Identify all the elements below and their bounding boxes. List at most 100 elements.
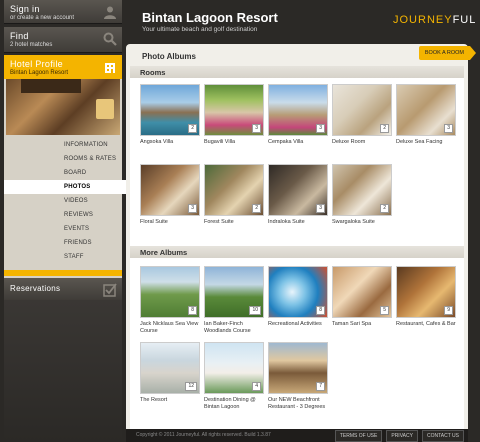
more-albums-heading: More Albums bbox=[130, 246, 464, 258]
album-caption[interactable]: Bugavili Villa bbox=[204, 139, 264, 146]
album-tile[interactable]: 4 Destination Dining @ Bintan Lagoon bbox=[204, 342, 264, 411]
album-thumbnail[interactable]: 3 bbox=[204, 84, 264, 136]
album-thumbnail[interactable]: 3 bbox=[140, 164, 200, 216]
album-tile[interactable]: 2 Angsoka Villa bbox=[140, 84, 200, 146]
album-thumbnail[interactable]: 2 bbox=[332, 164, 392, 216]
album-caption[interactable]: Swargaloka Suite bbox=[332, 219, 392, 226]
album-caption[interactable]: Ian Baker-Finch Woodlands Course bbox=[204, 321, 264, 335]
rooms-section: Rooms 2 Angsoka Villa 3 Bugavili Villa 3 Cemp… bbox=[130, 66, 464, 262]
nav-item-photos[interactable]: PHOTOS bbox=[4, 180, 132, 194]
profile-bottom-bar bbox=[4, 270, 122, 276]
album-thumbnail[interactable]: 2 bbox=[332, 84, 392, 136]
photo-count-badge: 12 bbox=[185, 382, 197, 391]
album-thumbnail[interactable]: 12 bbox=[140, 342, 200, 394]
photo-count-badge: 9 bbox=[444, 306, 453, 315]
sidebar: Sign in or create a new account Find 2 h… bbox=[4, 0, 132, 442]
page-subtitle: Your ultimate beach and golf destination bbox=[142, 26, 258, 33]
album-caption[interactable]: Jack Nicklaus Sea View Course bbox=[140, 321, 200, 335]
album-caption[interactable]: Cempaka Villa bbox=[268, 139, 328, 146]
photo-count-badge: 5 bbox=[380, 306, 389, 315]
album-caption[interactable]: Angsoka Villa bbox=[140, 139, 200, 146]
photo-count-badge: 10 bbox=[249, 306, 261, 315]
reservations-panel[interactable]: Reservations bbox=[4, 278, 122, 300]
album-tile[interactable]: 2 Swargaloka Suite bbox=[332, 164, 392, 226]
photo-count-badge: 3 bbox=[188, 204, 197, 213]
nav-item-information[interactable]: INFORMATION bbox=[4, 138, 122, 152]
nav-item-board[interactable]: BOARD bbox=[4, 166, 122, 180]
photo-count-badge: 7 bbox=[316, 382, 325, 391]
copyright-text: Copyright © 2011 Journeyful. All rights … bbox=[136, 432, 271, 438]
album-caption[interactable]: Restaurant, Cafes & Bar bbox=[396, 321, 456, 328]
album-thumbnail[interactable]: 9 bbox=[396, 266, 456, 318]
nav-item-rooms-rates[interactable]: ROOMS & RATES bbox=[4, 152, 122, 166]
album-tile[interactable]: 2 Deluxe Room bbox=[332, 84, 392, 146]
album-thumbnail[interactable]: 7 bbox=[268, 342, 328, 394]
terms-of-use-link[interactable]: TERMS OF USE bbox=[334, 430, 383, 442]
privacy-link[interactable]: PRIVACY bbox=[386, 430, 418, 442]
photo-count-badge: 8 bbox=[316, 306, 325, 315]
album-thumbnail[interactable]: 3 bbox=[268, 84, 328, 136]
hotel-profile-photo bbox=[6, 79, 120, 135]
album-thumbnail[interactable]: 4 bbox=[204, 342, 264, 394]
nav-item-events[interactable]: EVENTS bbox=[4, 222, 122, 236]
album-caption[interactable]: Indraloka Suite bbox=[268, 219, 328, 226]
album-tile[interactable]: 5 Taman Sari Spa bbox=[332, 266, 392, 328]
album-tile[interactable]: 3 Floral Suite bbox=[140, 164, 200, 226]
album-caption[interactable]: The Resort bbox=[140, 397, 200, 404]
profile-nav: INFORMATION ROOMS & RATES BOARD PHOTOS V… bbox=[4, 138, 132, 264]
album-caption[interactable]: Destination Dining @ Bintan Lagoon bbox=[204, 397, 264, 411]
album-caption[interactable]: Deluxe Sea Facing bbox=[396, 139, 456, 146]
album-tile[interactable]: 3 Deluxe Sea Facing bbox=[396, 84, 456, 146]
album-thumbnail[interactable]: 8 bbox=[140, 266, 200, 318]
album-tile[interactable]: 8 Jack Nicklaus Sea View Course bbox=[140, 266, 200, 335]
album-caption[interactable]: Our NEW Beachfront Restaurant - 3 Degree… bbox=[268, 397, 328, 411]
nav-item-videos[interactable]: VIDEOS bbox=[4, 194, 122, 208]
hotel-icon bbox=[105, 63, 115, 73]
album-thumbnail[interactable]: 5 bbox=[332, 266, 392, 318]
find-panel[interactable]: Find 2 hotel matches bbox=[4, 27, 122, 53]
contact-us-link[interactable]: CONTACT US bbox=[421, 430, 464, 442]
album-thumbnail[interactable]: 10 bbox=[204, 266, 264, 318]
page-title: Bintan Lagoon Resort bbox=[142, 10, 278, 25]
nav-item-reviews[interactable]: REVIEWS bbox=[4, 208, 122, 222]
album-caption[interactable]: Floral Suite bbox=[140, 219, 200, 226]
panel-title: Photo Albums bbox=[142, 52, 196, 61]
album-thumbnail[interactable]: 2 bbox=[204, 164, 264, 216]
more-albums-section: More Albums 8 Jack Nicklaus Sea View Cour… bbox=[130, 246, 464, 429]
album-caption[interactable]: Taman Sari Spa bbox=[332, 321, 392, 328]
journeyful-logo[interactable]: JOURNEYFUL bbox=[393, 14, 476, 26]
album-caption[interactable]: Recreational Activities bbox=[268, 321, 328, 328]
hotel-profile-header[interactable]: Hotel Profile Bintan Lagoon Resort bbox=[4, 55, 122, 79]
album-thumbnail[interactable]: 3 bbox=[396, 84, 456, 136]
album-thumbnail[interactable]: 3 bbox=[268, 164, 328, 216]
photo-count-badge: 8 bbox=[188, 306, 197, 315]
logo-text-journey: JOURNEY bbox=[393, 14, 453, 26]
search-icon bbox=[103, 32, 117, 46]
photo-count-badge: 2 bbox=[252, 204, 261, 213]
photo-albums-panel: Photo Albums BOOK A ROOM Rooms 2 Angsoka … bbox=[126, 44, 477, 429]
album-thumbnail[interactable]: 8 bbox=[268, 266, 328, 318]
album-caption[interactable]: Deluxe Room bbox=[332, 139, 392, 146]
book-a-room-button[interactable]: BOOK A ROOM bbox=[418, 46, 477, 60]
album-tile[interactable]: 12 The Resort bbox=[140, 342, 200, 404]
photo-count-badge: 3 bbox=[252, 124, 261, 133]
photo-count-badge: 2 bbox=[380, 124, 389, 133]
album-tile[interactable]: 9 Restaurant, Cafes & Bar bbox=[396, 266, 456, 328]
sidebar-filler bbox=[4, 300, 122, 442]
person-icon bbox=[104, 6, 116, 19]
photo-count-badge: 3 bbox=[316, 204, 325, 213]
album-tile[interactable]: 3 Indraloka Suite bbox=[268, 164, 328, 226]
nav-item-staff[interactable]: STAFF bbox=[4, 250, 122, 264]
checkbox-icon bbox=[103, 283, 117, 297]
album-tile[interactable]: 8 Recreational Activities bbox=[268, 266, 328, 328]
album-thumbnail[interactable]: 2 bbox=[140, 84, 200, 136]
album-tile[interactable]: 3 Bugavili Villa bbox=[204, 84, 264, 146]
album-tile[interactable]: 3 Cempaka Villa bbox=[268, 84, 328, 146]
nav-item-friends[interactable]: FRIENDS bbox=[4, 236, 122, 250]
album-tile[interactable]: 2 Forest Suite bbox=[204, 164, 264, 226]
album-tile[interactable]: 7 Our NEW Beachfront Restaurant - 3 Degre… bbox=[268, 342, 328, 411]
signin-panel[interactable]: Sign in or create a new account bbox=[4, 0, 122, 24]
album-tile[interactable]: 10 Ian Baker-Finch Woodlands Course bbox=[204, 266, 264, 335]
album-caption[interactable]: Forest Suite bbox=[204, 219, 264, 226]
photo-count-badge: 3 bbox=[316, 124, 325, 133]
